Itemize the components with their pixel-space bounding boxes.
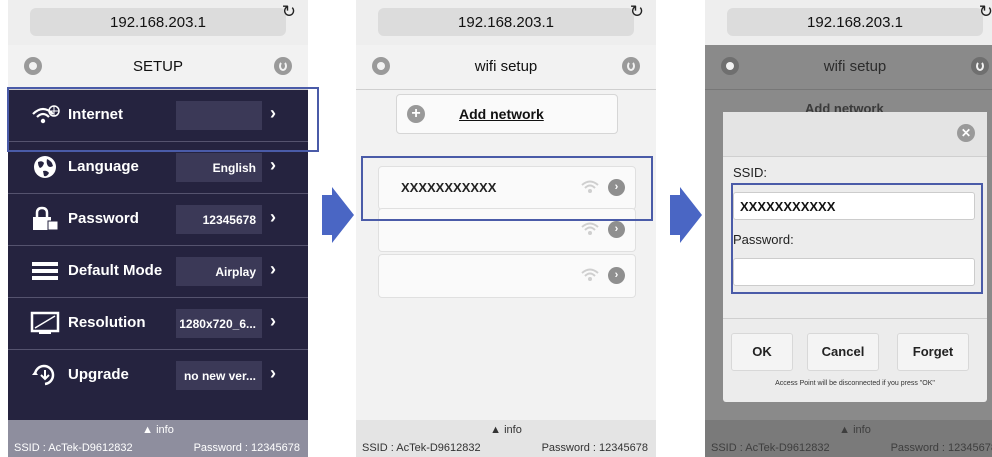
chevron-right-icon: › xyxy=(270,155,276,175)
menu-value: Airplay xyxy=(176,257,262,286)
url-text: 192.168.203.1 xyxy=(458,14,554,31)
wifi-list: + Add network XXXXXXXXXXX › › › xyxy=(356,90,656,420)
status-footer: ▲ info SSID : AcTek-D9612832 Password : … xyxy=(356,420,656,457)
reload-icon[interactable]: ↻ xyxy=(282,2,296,22)
menu-value: English xyxy=(176,153,262,182)
url-field[interactable]: 192.168.203.1 xyxy=(30,8,286,36)
refresh-icon[interactable] xyxy=(622,57,640,75)
status-footer: ▲ info SSID : AcTek-D9612832 Password : … xyxy=(705,420,992,457)
chevron-right-icon: › xyxy=(270,363,276,383)
password-text: Password : 12345678 xyxy=(890,442,992,454)
wifi-signal-icon xyxy=(581,267,599,283)
disconnect-notice: Access Point will be disconnected if you… xyxy=(775,380,935,387)
page-title: wifi setup xyxy=(823,58,887,75)
wifi-signal-icon xyxy=(581,221,599,237)
ssid-label: SSID: xyxy=(733,165,767,180)
page-title: SETUP xyxy=(132,58,183,75)
upgrade-icon xyxy=(30,362,60,388)
close-icon[interactable]: ✕ xyxy=(957,124,975,142)
setup-screen: 192.168.203.1 ↻ SETUP Internet › Languag… xyxy=(8,0,308,457)
chevron-up-icon: ▲ xyxy=(490,424,502,436)
menu-label: Default Mode xyxy=(68,262,163,279)
chevron-up-icon: ▲ xyxy=(839,424,851,436)
ssid-text: SSID : AcTek-D9612832 xyxy=(14,442,133,454)
info-label: info xyxy=(504,424,522,436)
chevron-right-icon[interactable]: › xyxy=(608,221,625,238)
info-toggle[interactable]: ▲ info xyxy=(8,424,308,436)
add-network-button[interactable]: + Add network xyxy=(396,94,618,134)
address-bar: 192.168.203.1 ↻ xyxy=(8,0,308,45)
menu-label: Upgrade xyxy=(68,366,129,383)
info-label: info xyxy=(853,424,871,436)
menu-value: 1280x720_6... xyxy=(176,309,262,338)
url-field[interactable]: 192.168.203.1 xyxy=(727,8,983,36)
chevron-right-icon: › xyxy=(270,311,276,331)
monitor-icon xyxy=(30,310,60,336)
refresh-icon[interactable] xyxy=(274,57,292,75)
ssid-text: SSID : AcTek-D9612832 xyxy=(362,442,481,454)
add-network-label: Add network xyxy=(459,106,544,122)
menu-value: 12345678 xyxy=(176,205,262,234)
status-footer: ▲ info SSID : AcTek-D9612832 Password : … xyxy=(8,420,308,457)
info-toggle[interactable]: ▲ info xyxy=(356,424,656,436)
page-header: SETUP xyxy=(8,45,308,90)
page-header: wifi setup xyxy=(356,45,656,90)
arrow-icon xyxy=(670,187,702,243)
divider xyxy=(723,318,987,319)
forget-button[interactable]: Forget xyxy=(897,333,969,371)
password-text: Password : 12345678 xyxy=(541,442,648,454)
cancel-button[interactable]: Cancel xyxy=(807,333,879,371)
address-bar: 192.168.203.1 ↻ xyxy=(705,0,992,45)
page-title: wifi setup xyxy=(474,58,538,75)
credentials-highlight xyxy=(731,183,983,294)
chevron-right-icon: › xyxy=(270,207,276,227)
menu-value: no new ver... xyxy=(176,361,262,390)
menu-item-password[interactable]: Password 12345678 › xyxy=(8,194,308,246)
list-icon xyxy=(30,258,60,284)
wifi-setup-screen: 192.168.203.1 ↻ wifi setup + Add network… xyxy=(356,0,656,457)
chevron-up-icon: ▲ xyxy=(142,424,154,436)
url-text: 192.168.203.1 xyxy=(807,14,903,31)
url-field[interactable]: 192.168.203.1 xyxy=(378,8,634,36)
chevron-right-icon: › xyxy=(270,259,276,279)
menu-label: Resolution xyxy=(68,314,146,331)
menu-item-default-mode[interactable]: Default Mode Airplay › xyxy=(8,246,308,298)
network-highlight xyxy=(361,156,653,221)
url-text: 192.168.203.1 xyxy=(110,14,206,31)
globe-icon xyxy=(30,154,60,180)
address-bar: 192.168.203.1 ↻ xyxy=(356,0,656,45)
page-header: wifi setup xyxy=(705,45,992,90)
password-text: Password : 12345678 xyxy=(193,442,300,454)
internet-highlight xyxy=(7,87,319,152)
network-row[interactable]: › xyxy=(378,254,636,298)
arrow-icon xyxy=(322,187,354,243)
ssid-text: SSID : AcTek-D9612832 xyxy=(711,442,830,454)
menu-item-upgrade[interactable]: Upgrade no new ver... › xyxy=(8,350,308,401)
menu-label: Language xyxy=(68,158,139,175)
menu-item-resolution[interactable]: Resolution 1280x720_6... › xyxy=(8,298,308,350)
reload-icon[interactable]: ↻ xyxy=(979,2,992,22)
ok-button[interactable]: OK xyxy=(731,333,793,371)
chevron-right-icon[interactable]: › xyxy=(608,267,625,284)
refresh-icon xyxy=(971,57,989,75)
plus-icon: + xyxy=(407,105,425,123)
dialog-header: ✕ xyxy=(723,112,987,157)
lock-icon xyxy=(30,206,60,232)
info-label: info xyxy=(156,424,174,436)
menu-label: Password xyxy=(68,210,139,227)
info-toggle: ▲ info xyxy=(705,424,992,436)
reload-icon[interactable]: ↻ xyxy=(630,2,644,22)
